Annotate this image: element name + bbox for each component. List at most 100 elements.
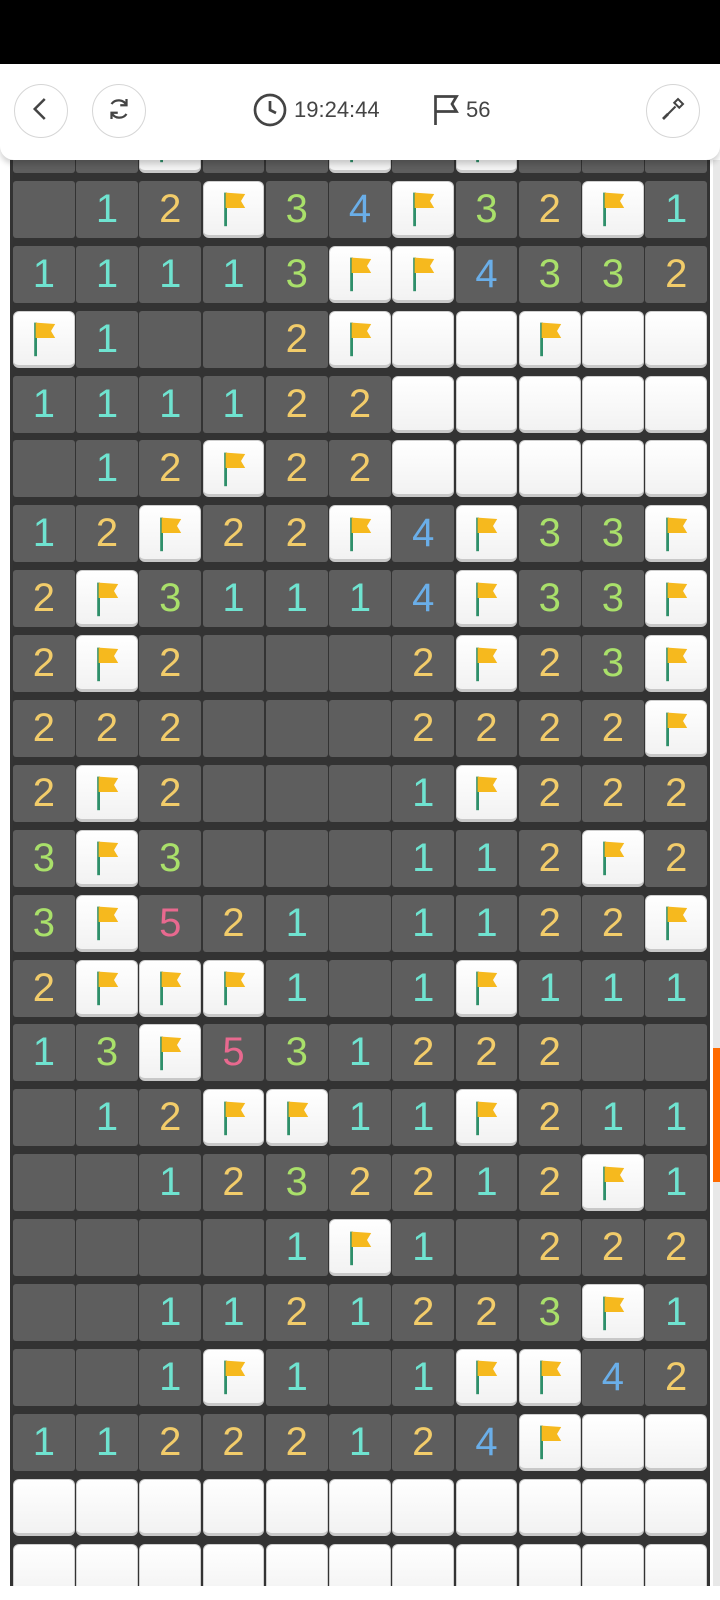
number-cell[interactable]: 2 xyxy=(139,1413,202,1471)
number-cell[interactable]: 2 xyxy=(139,1089,202,1147)
hidden-cell[interactable] xyxy=(582,1413,644,1471)
flagged-cell[interactable] xyxy=(76,829,138,887)
number-cell[interactable]: 1 xyxy=(76,1089,138,1147)
number-cell[interactable]: 5 xyxy=(139,894,202,952)
empty-cell[interactable] xyxy=(76,1154,138,1212)
number-cell[interactable]: 1 xyxy=(265,1219,328,1277)
hidden-cell[interactable] xyxy=(265,1478,328,1536)
number-cell[interactable]: 2 xyxy=(455,1024,518,1082)
number-cell[interactable]: 1 xyxy=(202,1284,265,1342)
number-cell[interactable]: 2 xyxy=(265,375,328,433)
number-cell[interactable]: 2 xyxy=(139,180,202,238)
hidden-cell[interactable] xyxy=(76,1543,138,1586)
number-cell[interactable]: 2 xyxy=(582,894,644,952)
empty-cell[interactable] xyxy=(76,1284,138,1342)
hidden-cell[interactable] xyxy=(455,310,518,368)
back-button[interactable] xyxy=(14,84,68,138)
hidden-cell[interactable] xyxy=(265,1543,328,1586)
flagged-cell[interactable] xyxy=(139,959,202,1017)
hidden-cell[interactable] xyxy=(582,1543,644,1586)
number-cell[interactable]: 1 xyxy=(392,1219,455,1277)
empty-cell[interactable] xyxy=(13,1284,75,1342)
number-cell[interactable]: 2 xyxy=(13,635,75,693)
flagged-cell[interactable] xyxy=(455,1348,518,1406)
number-cell[interactable]: 1 xyxy=(645,1154,707,1212)
number-cell[interactable]: 2 xyxy=(139,700,202,758)
number-cell[interactable]: 2 xyxy=(455,700,518,758)
number-cell[interactable]: 2 xyxy=(392,1284,455,1342)
flagged-cell[interactable] xyxy=(392,245,455,303)
number-cell[interactable]: 2 xyxy=(13,764,75,822)
number-cell[interactable]: 1 xyxy=(265,1348,328,1406)
number-cell[interactable]: 2 xyxy=(518,180,581,238)
number-cell[interactable]: 4 xyxy=(455,245,518,303)
empty-cell[interactable] xyxy=(329,700,391,758)
empty-cell[interactable] xyxy=(645,160,707,173)
number-cell[interactable]: 1 xyxy=(13,375,75,433)
flagged-cell[interactable] xyxy=(582,180,644,238)
scrollbar-thumb[interactable] xyxy=(713,1048,720,1182)
number-cell[interactable]: 1 xyxy=(329,1089,391,1147)
empty-cell[interactable] xyxy=(329,959,391,1017)
flagged-cell[interactable] xyxy=(582,1154,644,1212)
hidden-cell[interactable] xyxy=(582,1478,644,1536)
hidden-cell[interactable] xyxy=(76,1478,138,1536)
empty-cell[interactable] xyxy=(518,160,581,173)
empty-cell[interactable] xyxy=(202,160,265,173)
number-cell[interactable]: 1 xyxy=(76,375,138,433)
number-cell[interactable]: 1 xyxy=(329,570,391,628)
number-cell[interactable]: 2 xyxy=(265,505,328,563)
flagged-cell[interactable] xyxy=(139,160,202,173)
number-cell[interactable]: 4 xyxy=(392,505,455,563)
number-cell[interactable]: 5 xyxy=(202,1024,265,1082)
number-cell[interactable]: 2 xyxy=(518,635,581,693)
number-cell[interactable]: 1 xyxy=(139,375,202,433)
hidden-cell[interactable] xyxy=(202,1478,265,1536)
empty-cell[interactable] xyxy=(392,160,455,173)
number-cell[interactable]: 1 xyxy=(392,1089,455,1147)
number-cell[interactable]: 2 xyxy=(518,829,581,887)
number-cell[interactable]: 1 xyxy=(13,1024,75,1082)
empty-cell[interactable] xyxy=(265,160,328,173)
hidden-cell[interactable] xyxy=(329,1478,391,1536)
empty-cell[interactable] xyxy=(13,1089,75,1147)
number-cell[interactable]: 2 xyxy=(645,829,708,887)
number-cell[interactable]: 1 xyxy=(76,245,138,303)
flagged-cell[interactable] xyxy=(139,1024,202,1082)
flagged-cell[interactable] xyxy=(329,505,391,563)
hidden-cell[interactable] xyxy=(455,375,518,433)
empty-cell[interactable] xyxy=(13,440,75,498)
flagged-cell[interactable] xyxy=(455,764,518,822)
number-cell[interactable]: 1 xyxy=(13,245,75,303)
number-cell[interactable]: 1 xyxy=(202,570,265,628)
empty-cell[interactable] xyxy=(329,829,391,887)
dig-tool-button[interactable] xyxy=(646,84,700,138)
number-cell[interactable]: 1 xyxy=(329,1413,391,1471)
empty-cell[interactable] xyxy=(582,1024,644,1082)
number-cell[interactable]: 1 xyxy=(139,245,202,303)
number-cell[interactable]: 3 xyxy=(265,180,328,238)
empty-cell[interactable] xyxy=(76,1219,138,1277)
number-cell[interactable]: 2 xyxy=(455,1284,518,1342)
number-cell[interactable]: 1 xyxy=(329,1284,391,1342)
number-cell[interactable]: 3 xyxy=(518,570,581,628)
number-cell[interactable]: 3 xyxy=(582,635,644,693)
flagged-cell[interactable] xyxy=(455,160,518,173)
number-cell[interactable]: 2 xyxy=(645,1348,707,1406)
number-cell[interactable]: 2 xyxy=(582,1219,644,1277)
number-cell[interactable]: 1 xyxy=(265,570,328,628)
number-cell[interactable]: 2 xyxy=(392,1024,455,1082)
number-cell[interactable]: 4 xyxy=(455,1413,518,1471)
restart-button[interactable] xyxy=(92,84,146,138)
number-cell[interactable]: 1 xyxy=(13,1413,75,1471)
number-cell[interactable]: 2 xyxy=(202,894,265,952)
number-cell[interactable]: 3 xyxy=(139,829,202,887)
number-cell[interactable]: 3 xyxy=(265,1024,328,1082)
number-cell[interactable]: 2 xyxy=(518,700,581,758)
flagged-cell[interactable] xyxy=(329,160,391,173)
hidden-cell[interactable] xyxy=(582,440,644,498)
hidden-cell[interactable] xyxy=(202,1543,265,1586)
flagged-cell[interactable] xyxy=(202,1348,265,1406)
number-cell[interactable]: 1 xyxy=(329,1024,391,1082)
empty-cell[interactable] xyxy=(202,310,265,368)
